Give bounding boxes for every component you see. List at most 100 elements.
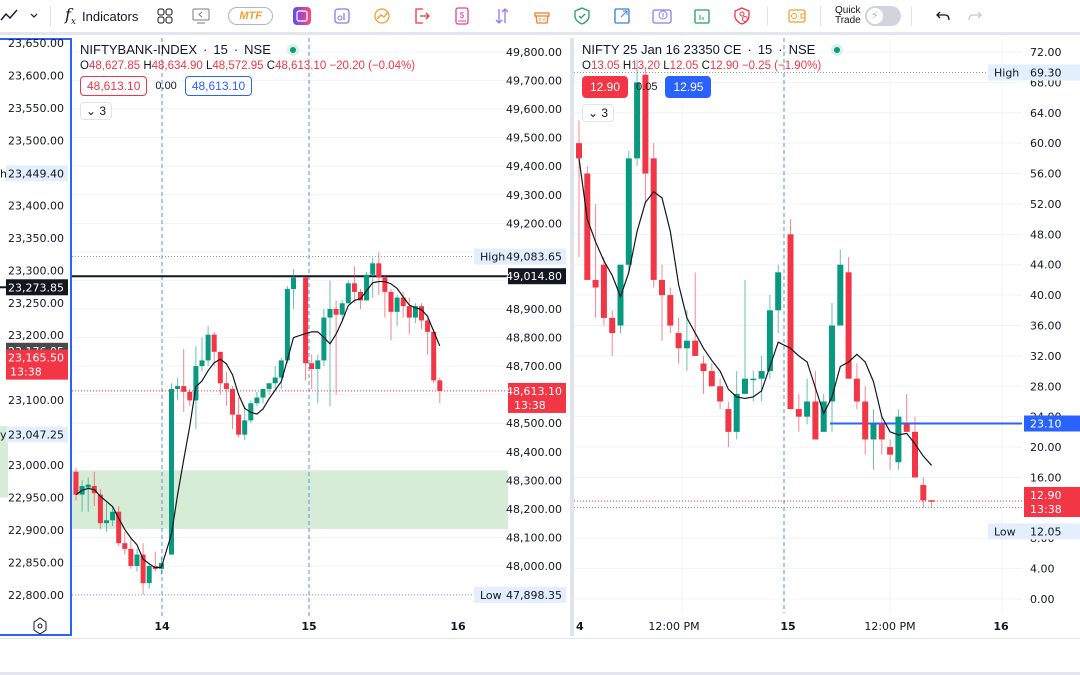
quick-trade-toggle[interactable]: ⚡ <box>864 6 901 26</box>
replay-button[interactable] <box>190 0 212 34</box>
x-tick-label: 16 <box>450 620 466 633</box>
funds-icon: $ <box>455 7 469 25</box>
candle-body <box>254 397 260 404</box>
candle-body <box>116 511 122 544</box>
chart2-title[interactable]: NIFTY 25 Jan 16 23350 CE · 15 · NSE <box>582 42 844 57</box>
gift-button[interactable] <box>371 0 393 34</box>
candle-body <box>175 386 181 389</box>
quick-trade-control[interactable]: Quick Trade ⚡ <box>835 0 901 34</box>
mtf-button[interactable]: MTF <box>228 0 273 34</box>
candle-body <box>223 383 229 389</box>
line-price-tag: 49,014.80 <box>506 270 562 283</box>
chart2-buy-button[interactable]: 12.95 <box>665 76 712 98</box>
chart2-exchange: NSE <box>788 42 816 57</box>
y-tick-label: 36.00 <box>1030 320 1062 333</box>
separator: · <box>747 42 752 57</box>
candle-body <box>742 378 748 394</box>
chart1-buy-button[interactable]: 48,613.10 <box>184 76 253 96</box>
sort-button[interactable] <box>491 0 513 34</box>
chart-resize-button[interactable] <box>611 0 633 34</box>
chart2-indicators-toggle[interactable]: ⌄ 3 <box>582 104 615 122</box>
data-window-button[interactable] <box>331 0 353 34</box>
candle-body <box>284 289 290 361</box>
candle-body <box>370 263 376 275</box>
chart-pane-nifty-option[interactable]: 72.00 68.00 64.00 60.00 56.00 52.00 48.00 44.00… <box>572 38 1080 636</box>
shield-icon <box>574 7 590 25</box>
settings-icon <box>33 617 47 635</box>
market-open-indicator-icon <box>286 43 299 56</box>
shield-button[interactable] <box>571 0 593 34</box>
top-toolbar: fx Indicators MTF $ Quick Trade ⚡ <box>0 0 1080 35</box>
chart1-svg: 49,800.00 49,700.00 49,600.00 49,500.00 49,4… <box>72 38 566 633</box>
candle-body <box>146 566 152 584</box>
candle-body <box>333 309 339 315</box>
chart1-indicators-toggle[interactable]: ⌄ 3 <box>80 102 113 120</box>
left-chart-price-scale[interactable]: 23,650.00 23,600.00 23,550.00 23,500.00 23,4… <box>0 37 72 636</box>
y-tick-label: 48,700.00 <box>506 360 562 373</box>
candle-body <box>775 272 782 311</box>
y-tick-label: 4.00 <box>1030 563 1055 576</box>
y-tick-label: 23,500.00 <box>8 134 64 147</box>
basket-button[interactable] <box>531 0 553 34</box>
y-tick-label: 44.00 <box>1030 259 1062 272</box>
y-tick-label: 23,550.00 <box>8 102 64 115</box>
candle-body <box>97 494 103 524</box>
candle-body <box>199 360 205 367</box>
high-tag-fragment: h <box>0 167 7 180</box>
chart-pane-niftybank[interactable]: 49,800.00 49,700.00 49,600.00 49,500.00 49,4… <box>72 38 570 636</box>
indicators-button[interactable]: fx Indicators <box>65 0 138 34</box>
high-label: High <box>994 67 1019 80</box>
y-tick-label: 23,200.00 <box>8 329 64 342</box>
chart-style-button[interactable] <box>0 0 18 34</box>
option-chain-button[interactable] <box>691 0 713 34</box>
chart1-legend: NIFTYBANK-INDEX · 15 · NSE O48,627.85 H4… <box>80 42 415 120</box>
funds-button[interactable]: $ <box>451 0 473 34</box>
y-tick-label: 48,200.00 <box>506 503 562 516</box>
chart2-low: 12.05 <box>669 60 699 72</box>
settings-icon-center <box>37 623 43 629</box>
templates-button[interactable] <box>154 0 176 34</box>
y-tick-label: 48,500.00 <box>506 417 562 430</box>
chart1-title[interactable]: NIFTYBANK-INDEX · 15 · NSE <box>80 42 415 57</box>
alert-shield-button[interactable] <box>731 0 753 34</box>
candle-body <box>659 279 665 296</box>
low-price-tag: 23,047.25 <box>8 428 64 441</box>
chart2-high: 13.20 <box>631 60 661 72</box>
candle-body <box>683 340 690 349</box>
candle-body <box>667 295 674 326</box>
quick-trade-label: Quick Trade <box>834 5 861 26</box>
candle-body <box>309 363 315 369</box>
line-price-tag: 23,273.85 <box>8 281 64 294</box>
templates-icon <box>157 8 173 24</box>
demand-zone <box>72 470 508 529</box>
chart2-sell-button[interactable]: 12.90 <box>582 76 629 98</box>
candle-body <box>837 264 844 326</box>
last-price-countdown: 13:38 <box>1030 503 1062 516</box>
chart-style-dropdown[interactable] <box>24 0 44 34</box>
y-tick-label: 22,950.00 <box>8 492 64 505</box>
y-tick-label: 23,100.00 <box>8 394 64 407</box>
candle-body <box>609 317 616 334</box>
redo-button[interactable] <box>964 0 986 34</box>
last-price-countdown: 13:38 <box>514 399 546 412</box>
candle-body <box>260 388 266 398</box>
y-tick-label: 49,600.00 <box>506 103 562 116</box>
chart1-sell-button[interactable]: 48,613.10 <box>80 76 148 96</box>
candle-body <box>181 386 187 392</box>
candle-body <box>787 234 794 410</box>
chart2-symbol: NIFTY 25 Jan 16 23350 CE <box>582 42 742 57</box>
line-price-tag: 23.10 <box>1030 418 1062 431</box>
app-button[interactable] <box>291 0 313 34</box>
download-button[interactable] <box>651 0 673 34</box>
high-price-tag: 49,083.65 <box>506 251 562 264</box>
chart2-legend: NIFTY 25 Jan 16 23350 CE · 15 · NSE O13.… <box>582 42 844 122</box>
undo-button[interactable] <box>932 0 954 34</box>
sort-icon <box>495 8 509 24</box>
candle-body <box>382 277 388 292</box>
low-label: Low <box>994 525 1016 538</box>
candle-body <box>650 158 657 280</box>
exit-button[interactable] <box>411 0 433 34</box>
wallet-button[interactable] <box>786 0 808 34</box>
y-tick-label: 20.00 <box>1030 441 1062 454</box>
y-tick-label: 23,400.00 <box>8 199 64 212</box>
